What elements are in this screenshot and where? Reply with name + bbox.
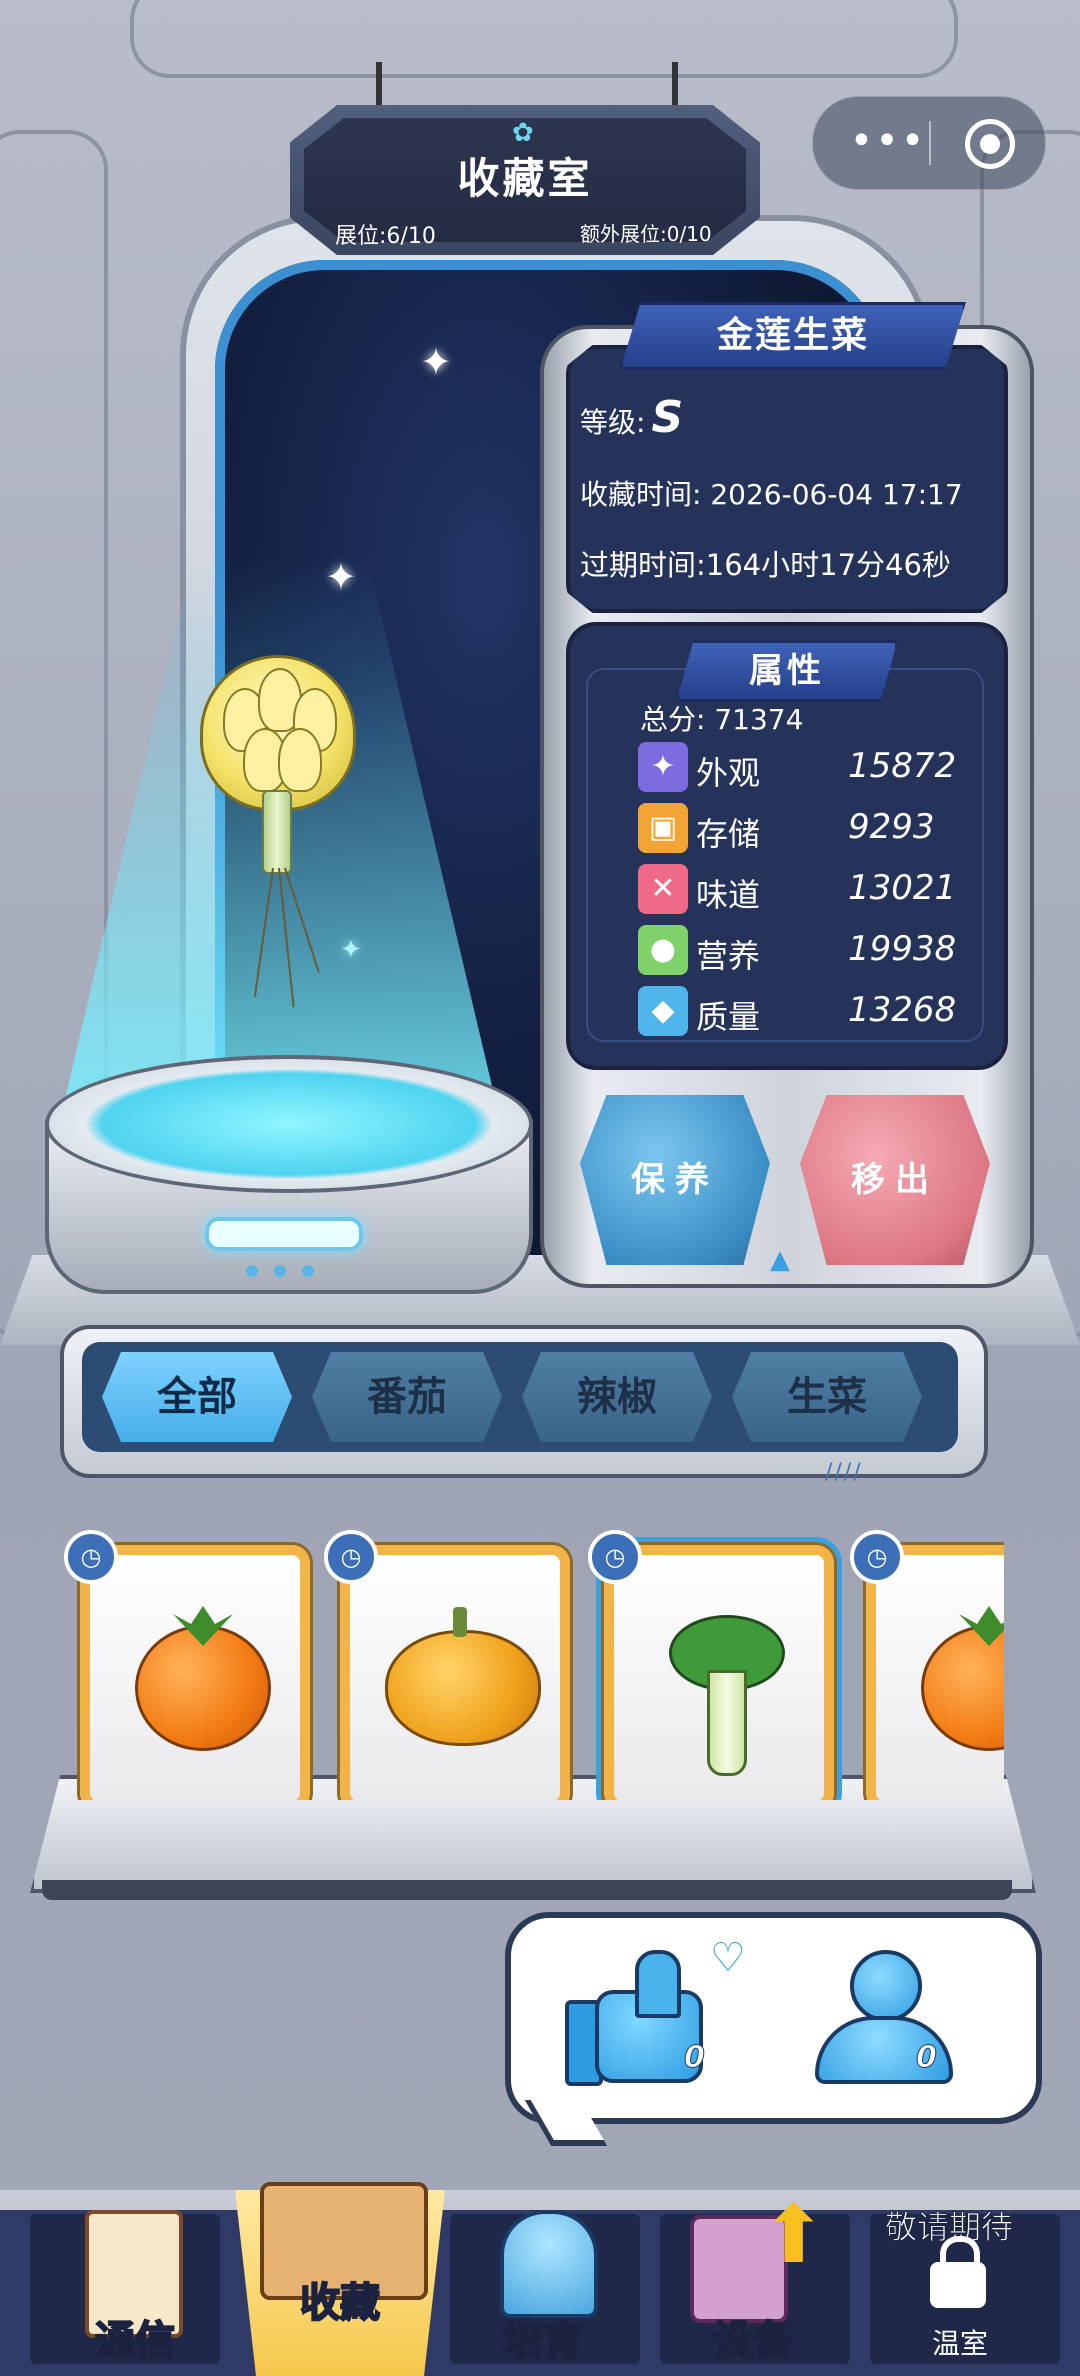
heart-icon: ♡ bbox=[710, 1935, 746, 1981]
scroll-indicator: //// bbox=[825, 1460, 863, 1485]
extra-slots: 额外展位:0/10 bbox=[580, 222, 712, 246]
nav-item-communication[interactable]: 通信 bbox=[40, 2308, 230, 2366]
tab-lettuce[interactable]: 生菜 bbox=[732, 1352, 922, 1442]
exhibit-slots: 展位:6/10 bbox=[335, 224, 436, 249]
like-count: 0 bbox=[684, 2040, 706, 2076]
attr-row-storage: ▣ 存储 9293 bbox=[638, 803, 978, 857]
lettuce-stem bbox=[262, 790, 292, 874]
item-name: 金莲生菜 bbox=[620, 302, 966, 370]
pedestal-dot bbox=[274, 1265, 286, 1277]
lettuce-hologram bbox=[200, 655, 356, 811]
attr-name: 外观 bbox=[696, 754, 761, 792]
nav-item-device[interactable]: 设备 bbox=[658, 2308, 848, 2366]
utensils-icon: ✕ bbox=[638, 864, 688, 914]
attr-name: 质量 bbox=[696, 998, 761, 1036]
attr-row-taste: ✕ 味道 13021 bbox=[638, 864, 978, 918]
expire-time: 过期时间:164小时17分46秒 bbox=[580, 548, 951, 582]
collection-card-pumpkin[interactable] bbox=[340, 1545, 570, 1800]
maintain-button[interactable]: 保养 bbox=[580, 1095, 770, 1265]
star-icon: ✦ bbox=[420, 340, 452, 384]
total-score: 总分: 71374 bbox=[640, 703, 804, 736]
tab-tomato[interactable]: 番茄 bbox=[312, 1352, 502, 1442]
nav-item-greenhouse: 温室 bbox=[931, 2327, 988, 2360]
grade-value: S bbox=[651, 392, 684, 443]
remove-button[interactable]: 移出 bbox=[800, 1095, 990, 1265]
collection-card-tomato[interactable] bbox=[866, 1545, 1004, 1800]
attr-name: 存储 bbox=[696, 815, 761, 853]
hanger bbox=[376, 62, 382, 112]
pedestal-dot bbox=[246, 1265, 258, 1277]
attr-value: 15872 bbox=[848, 746, 957, 786]
fruit-icon: ● bbox=[638, 925, 688, 975]
collection-card-tomato[interactable] bbox=[80, 1545, 310, 1800]
hanger bbox=[672, 62, 678, 112]
attr-value: 13021 bbox=[848, 868, 957, 908]
clock-icon: ◷ bbox=[850, 1530, 904, 1584]
attributes-title: 属性 bbox=[676, 640, 898, 702]
box-icon: ▣ bbox=[638, 803, 688, 853]
grade-label: 等级: bbox=[580, 406, 646, 439]
lock-icon bbox=[930, 2236, 986, 2308]
tab-pepper[interactable]: 辣椒 bbox=[522, 1352, 712, 1442]
collection-card-list[interactable]: ◷ ◷ ◷ ◷ bbox=[60, 1530, 1004, 1800]
attr-value: 9293 bbox=[848, 807, 935, 847]
capsule-divider bbox=[929, 121, 931, 165]
more-dots-icon[interactable]: ••• bbox=[843, 115, 933, 167]
nav-item-collection[interactable]: 收藏 bbox=[245, 2270, 435, 2328]
attr-name: 味道 bbox=[696, 876, 761, 914]
sprout-icon: ✿ bbox=[512, 118, 534, 148]
attr-value: 13268 bbox=[848, 990, 957, 1030]
clock-icon: ◷ bbox=[324, 1530, 378, 1584]
clock-icon: ◷ bbox=[588, 1530, 642, 1584]
pumpkin-icon bbox=[385, 1607, 541, 1746]
attr-row-nutrition: ● 营养 19938 bbox=[638, 925, 978, 979]
pedestal-top bbox=[45, 1055, 533, 1193]
collect-time: 收藏时间: 2026-06-04 17:17 bbox=[580, 478, 963, 511]
muscle-icon: ◆ bbox=[638, 986, 688, 1036]
clock-icon: ◷ bbox=[64, 1530, 118, 1584]
attr-value: 19938 bbox=[848, 929, 957, 969]
tomato-icon bbox=[135, 1625, 271, 1751]
tomato-icon bbox=[921, 1625, 1004, 1751]
target-icon[interactable] bbox=[965, 119, 1015, 169]
attr-row-appearance: ✦ 外观 15872 bbox=[638, 742, 978, 796]
sparkle-icon: ✦ bbox=[638, 742, 688, 792]
visitor-count: 0 bbox=[916, 2040, 938, 2076]
item-grade: 等级: S bbox=[580, 392, 683, 443]
collection-card-lettuce[interactable] bbox=[604, 1545, 834, 1800]
tab-all[interactable]: 全部 bbox=[102, 1352, 292, 1442]
lettuce-icon bbox=[669, 1615, 785, 1776]
miniprogram-capsule: ••• bbox=[812, 96, 1046, 190]
attr-name: 营养 bbox=[696, 937, 761, 975]
card-shelf-front bbox=[42, 1880, 1012, 1900]
pedestal-light bbox=[205, 1217, 363, 1251]
attr-row-quality: ◆ 质量 13268 bbox=[638, 986, 978, 1040]
pedestal-dot bbox=[302, 1265, 314, 1277]
wall-panel-top bbox=[130, 0, 958, 78]
dome-icon bbox=[500, 2210, 598, 2318]
page-title: 收藏室 bbox=[457, 154, 593, 203]
triangle-indicator-icon: ▲ bbox=[770, 1245, 790, 1275]
arrow-up-icon: ⬆ bbox=[760, 2188, 828, 2281]
nav-item-breeding[interactable]: 培育 bbox=[448, 2308, 638, 2366]
